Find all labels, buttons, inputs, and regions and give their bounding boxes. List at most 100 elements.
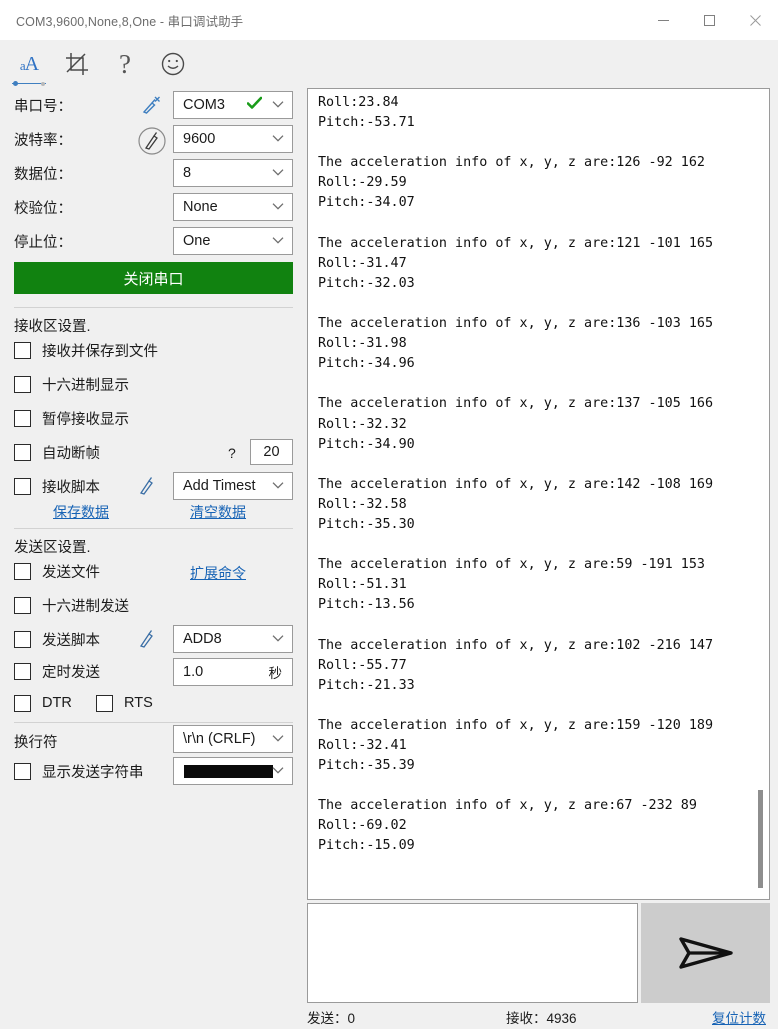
rts-label: RTS — [124, 695, 153, 711]
baud-value: 9600 — [183, 131, 216, 147]
receive-script-value: Add Timest — [183, 478, 256, 494]
title-bar: COM3,9600,None,8,One - 串口调试助手 — [0, 0, 778, 40]
chevron-down-icon — [272, 130, 284, 146]
receive-script-row[interactable]: 接收脚本 — [14, 473, 100, 499]
send-interval-unit: 秒 — [268, 666, 283, 681]
left-settings-panel: 串口号： COM3 波特率： 9600 数据位： 8 校验位： None 停止位… — [0, 88, 300, 1029]
stopbits-label: 停止位： — [14, 234, 72, 251]
receive-scrollbar-thumb[interactable] — [758, 790, 763, 888]
receive-script-select[interactable]: Add Timest — [173, 472, 293, 500]
window-controls — [640, 0, 778, 40]
parity-label-row: 校验位： — [14, 194, 72, 220]
receive-settings-title: 接收区设置. — [14, 319, 91, 335]
scan-ports-icon — [142, 96, 160, 114]
timed-send-checkbox[interactable] — [14, 662, 31, 680]
chevron-down-icon — [272, 477, 284, 493]
send-interval-input[interactable]: 1.0 秒 — [173, 658, 293, 686]
auto-frame-break-row[interactable]: 自动断帧 — [14, 439, 100, 465]
dtr-row[interactable]: DTR — [14, 690, 72, 716]
hex-send-row[interactable]: 十六进制发送 — [14, 592, 129, 618]
send-script-checkbox[interactable] — [14, 630, 31, 648]
scan-ports-button[interactable] — [140, 94, 162, 121]
pause-display-row[interactable]: 暂停接收显示 — [14, 405, 129, 431]
clear-data-link[interactable]: 清空数据 — [190, 502, 246, 522]
port-label-row: 串口号： — [14, 92, 72, 118]
font-size-button[interactable]: aA — [10, 47, 48, 81]
databits-label: 数据位： — [14, 166, 72, 183]
chevron-down-icon — [272, 96, 284, 112]
receive-display-area[interactable]: Roll:23.84 Pitch:-53.71 The acceleration… — [307, 88, 770, 900]
status-received-count: 接收：4936 — [506, 1011, 577, 1026]
maximize-button[interactable] — [686, 0, 732, 40]
receive-scrollbar[interactable] — [754, 90, 768, 898]
auto-frame-help-icon[interactable]: ? — [228, 445, 236, 461]
port-label: 串口号： — [14, 98, 72, 115]
send-script-select[interactable]: ADD8 — [173, 625, 293, 653]
databits-select[interactable]: 8 — [173, 159, 293, 187]
send-script-edit-button[interactable] — [135, 626, 161, 657]
send-file-row[interactable]: 发送文件 — [14, 558, 100, 584]
hex-send-checkbox[interactable] — [14, 596, 31, 614]
parity-select[interactable]: None — [173, 193, 293, 221]
crop-button[interactable] — [58, 47, 96, 81]
newline-label-row: 换行符 — [14, 728, 58, 754]
smiley-button[interactable] — [154, 47, 192, 81]
port-select[interactable]: COM3 — [173, 91, 293, 119]
toolbar: aA ? — [0, 40, 778, 115]
send-script-row[interactable]: 发送脚本 — [14, 626, 100, 652]
font-size-icon: aA — [19, 53, 39, 75]
divider — [14, 528, 293, 529]
chevron-down-icon — [272, 232, 284, 248]
pause-display-label: 暂停接收显示 — [42, 411, 129, 428]
auto-frame-break-checkbox[interactable] — [14, 443, 31, 461]
extend-command-link[interactable]: 扩展命令 — [190, 563, 246, 583]
chevron-down-icon — [272, 164, 284, 180]
toggle-port-button[interactable]: 关闭串口 — [14, 262, 293, 294]
save-data-link[interactable]: 保存数据 — [53, 502, 109, 522]
receive-save-to-file-checkbox[interactable] — [14, 341, 31, 359]
chevron-down-icon — [272, 198, 284, 214]
show-send-string-row[interactable]: 显示发送字符串 — [14, 758, 144, 784]
hex-send-label: 十六进制发送 — [42, 598, 129, 615]
rts-checkbox[interactable] — [96, 694, 113, 712]
databits-value: 8 — [183, 165, 192, 181]
status-sent-count: 发送：0 — [307, 1011, 356, 1026]
show-send-string-checkbox[interactable] — [14, 762, 31, 780]
port-value: COM3 — [183, 97, 225, 113]
serial-assistant-window: COM3,9600,None,8,One - 串口调试助手 aA ? 串口号： … — [0, 0, 778, 1029]
font-size-slider-end — [41, 81, 45, 86]
help-button[interactable]: ? — [106, 47, 144, 81]
pen-icon — [139, 477, 153, 495]
receive-script-checkbox[interactable] — [14, 477, 31, 495]
baud-edit-button[interactable] — [137, 126, 167, 161]
rts-row[interactable]: RTS — [96, 690, 153, 716]
hex-display-row[interactable]: 十六进制显示 — [14, 371, 129, 397]
dtr-checkbox[interactable] — [14, 694, 31, 712]
stopbits-value: One — [183, 233, 211, 249]
timed-send-label: 定时发送 — [42, 664, 100, 681]
timed-send-row[interactable]: 定时发送 — [14, 658, 100, 684]
send-string-color-select[interactable] — [173, 757, 293, 785]
question-mark-icon: ? — [119, 48, 131, 79]
send-file-checkbox[interactable] — [14, 562, 31, 580]
newline-label: 换行符 — [14, 734, 58, 751]
crop-icon — [66, 53, 88, 75]
send-settings-title: 发送区设置. — [14, 540, 91, 556]
auto-frame-timeout-input[interactable]: 20 — [250, 439, 293, 465]
send-button[interactable] — [641, 903, 770, 1003]
reset-count-link[interactable]: 复位计数 — [712, 1007, 766, 1027]
hex-display-checkbox[interactable] — [14, 375, 31, 393]
close-button[interactable] — [732, 0, 778, 40]
receive-script-edit-button[interactable] — [135, 473, 161, 504]
divider — [14, 722, 293, 723]
receive-save-to-file-row[interactable]: 接收并保存到文件 — [14, 337, 158, 363]
pause-display-checkbox[interactable] — [14, 409, 31, 427]
font-size-slider-knob[interactable] — [13, 81, 18, 86]
send-input-area[interactable] — [307, 903, 638, 1003]
smiley-icon — [161, 52, 185, 76]
newline-select[interactable]: \r\n (CRLF) — [173, 725, 293, 753]
minimize-button[interactable] — [640, 0, 686, 40]
font-size-slider[interactable] — [12, 81, 46, 86]
baud-select[interactable]: 9600 — [173, 125, 293, 153]
stopbits-select[interactable]: One — [173, 227, 293, 255]
